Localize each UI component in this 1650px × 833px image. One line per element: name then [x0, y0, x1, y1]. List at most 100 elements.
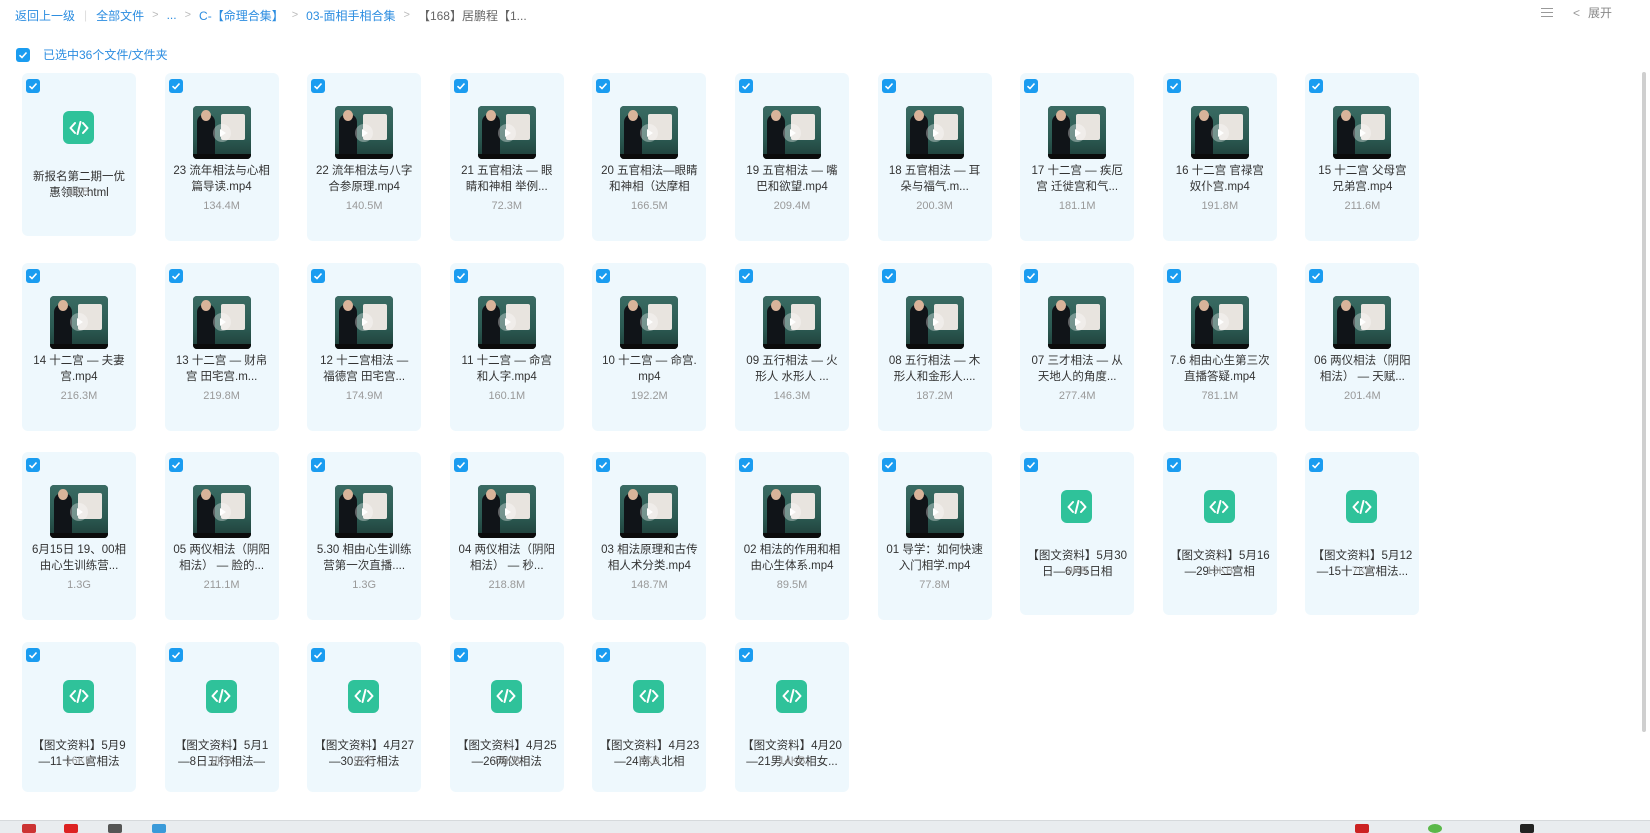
file-card[interactable]: 04 两仪相法（阴阳相法） — 秒... 218.8M	[449, 452, 564, 620]
file-card[interactable]: 12 十二宫相法 — 福德宫 田宅宫... 174.9M	[307, 262, 422, 431]
list-view-icon[interactable]	[1540, 7, 1555, 19]
file-card[interactable]: 5.30 相由心生训练营第一次直播.... 1.3G	[307, 452, 422, 620]
file-card[interactable]: 13 十二宫 — 财帛宫 田宅宫.m... 219.8M	[164, 262, 279, 431]
file-checkbox[interactable]	[739, 458, 753, 472]
file-checkbox[interactable]	[1309, 268, 1324, 283]
tray-icon[interactable]	[1520, 824, 1534, 833]
play-icon	[1210, 123, 1229, 142]
file-card[interactable]: 11 十二宫 — 命宫和人字.mp4 160.1M	[449, 262, 564, 431]
taskbar-app-icon[interactable]	[152, 824, 166, 833]
breadcrumb-ellipsis[interactable]: ...	[167, 8, 177, 22]
file-card[interactable]: 14 十二宫 — 夫妻宫.mp4 216.3M	[22, 262, 136, 431]
taskbar-app-icon[interactable]	[64, 824, 78, 833]
file-checkbox[interactable]	[1309, 79, 1324, 93]
file-checkbox[interactable]	[453, 458, 468, 472]
file-card[interactable]: 【图文资料】5月16—29十二宫相 13KB	[1162, 452, 1277, 615]
expand-label: 展开	[1587, 6, 1612, 20]
file-card[interactable]: 【图文资料】5月30日—6月5日相 9KB	[1020, 452, 1135, 615]
file-card[interactable]: 17 十二宫 — 疾厄宫 迁徙宫和气... 181.1M	[1020, 73, 1135, 241]
file-card[interactable]: 15 十二宫 父母宫 兄弟宫.mp4 211.6M	[1305, 73, 1420, 241]
file-card[interactable]: 05 两仪相法（阴阳相法） — 脸的... 211.1M	[164, 452, 279, 620]
file-checkbox[interactable]	[596, 268, 611, 283]
file-card[interactable]: 03 相法原理和古传相人术分类.mp4 148.7M	[592, 452, 707, 620]
file-card[interactable]: 06 两仪相法（阴阳相法） — 天赋... 201.4M	[1305, 262, 1420, 431]
file-size: 13KB	[493, 754, 521, 767]
code-icon	[639, 689, 659, 703]
file-checkbox[interactable]	[596, 79, 611, 93]
file-checkbox[interactable]	[1166, 458, 1181, 472]
file-checkbox[interactable]	[311, 79, 326, 93]
file-checkbox[interactable]	[739, 647, 753, 662]
file-checkbox[interactable]	[168, 79, 183, 93]
file-card[interactable]: 【图文资料】4月27—30五行相法 9KB	[307, 641, 422, 792]
file-card[interactable]: 02 相法的作用和相由心生体系.mp4 89.5M	[735, 452, 849, 620]
file-card[interactable]: 07 三才相法 — 从天地人的角度... 277.4M	[1020, 262, 1135, 431]
file-card[interactable]: 18 五官相法 — 耳朵与福气.m... 200.3M	[877, 73, 992, 241]
check-icon	[28, 272, 38, 280]
tray-icon[interactable]	[1428, 824, 1442, 833]
file-checkbox[interactable]	[1309, 458, 1324, 472]
scrollbar[interactable]	[1642, 72, 1646, 732]
file-checkbox[interactable]	[1166, 79, 1181, 93]
select-all-checkbox[interactable]	[16, 47, 30, 62]
file-card[interactable]: 09 五行相法 — 火形人 水形人 ... 146.3M	[735, 262, 849, 431]
file-name: 18 五官相法 — 耳朵与福气.m...	[888, 165, 981, 193]
taskbar-app-icon[interactable]	[108, 824, 122, 833]
file-card[interactable]: 新报名第二期一优惠领取.html 1KB	[22, 73, 136, 236]
file-checkbox[interactable]	[1166, 268, 1181, 283]
file-checkbox[interactable]	[26, 79, 40, 93]
breadcrumb-folder-1[interactable]: C-【命理合集】	[199, 7, 284, 24]
file-card[interactable]: 16 十二宫 官禄宫 奴仆宫.mp4 191.8M	[1162, 73, 1277, 241]
file-checkbox[interactable]	[168, 647, 183, 662]
file-checkbox[interactable]	[311, 458, 326, 472]
file-checkbox[interactable]	[1024, 458, 1039, 472]
file-checkbox[interactable]	[26, 647, 40, 662]
tray-icon[interactable]	[1355, 824, 1369, 833]
back-link[interactable]: 返回上一级	[15, 7, 75, 24]
file-checkbox[interactable]	[596, 458, 611, 472]
file-checkbox[interactable]	[1024, 268, 1039, 283]
file-card[interactable]: 23 流年相法与心相篇导读.mp4 134.4M	[164, 73, 279, 241]
file-card[interactable]: 19 五官相法 — 嘴巴和欲望.mp4 209.4M	[735, 73, 849, 241]
file-card[interactable]: 6月15日 19、00相由心生训练营... 1.3G	[22, 452, 136, 620]
file-checkbox[interactable]	[168, 268, 183, 283]
file-checkbox[interactable]	[881, 458, 896, 472]
file-checkbox[interactable]	[26, 268, 40, 283]
file-checkbox[interactable]	[453, 647, 468, 662]
file-card[interactable]: 【图文资料】5月1—8日五行相法— 9KB	[164, 641, 279, 792]
file-size: 160.1M	[488, 389, 526, 402]
file-checkbox[interactable]	[453, 268, 468, 283]
file-checkbox[interactable]	[1024, 79, 1039, 93]
file-name: 12 十二宫相法 — 福德宫 田宅宫...	[320, 354, 409, 383]
file-card[interactable]: 21 五官相法 — 眼睛和神相 举例... 72.3M	[449, 73, 564, 241]
file-card[interactable]: 7.6 相由心生第三次直播答疑.mp4 781.1M	[1162, 262, 1277, 431]
file-checkbox[interactable]	[168, 458, 183, 472]
file-checkbox[interactable]	[739, 268, 753, 283]
check-icon	[171, 272, 180, 280]
file-size: 219.8M	[203, 389, 240, 402]
file-checkbox[interactable]	[881, 268, 896, 283]
expand-button[interactable]: < 展开	[1573, 4, 1612, 21]
file-card[interactable]: 【图文资料】4月23—24南人北相 5KB	[592, 641, 707, 792]
breadcrumb-folder-2[interactable]: 03-面相手相合集	[306, 7, 395, 24]
taskbar-app-icon[interactable]	[22, 824, 36, 833]
file-card[interactable]: 【图文资料】5月12—15十二宫相法... 7KB	[1305, 452, 1420, 615]
file-card[interactable]: 01 导学：如何快速入门相学.mp4 77.8M	[877, 452, 992, 620]
file-card[interactable]: 22 流年相法与八字合参原理.mp4 140.5M	[307, 73, 422, 241]
file-checkbox[interactable]	[453, 79, 468, 93]
file-checkbox[interactable]	[26, 458, 40, 472]
breadcrumb-all-files[interactable]: 全部文件	[96, 7, 144, 24]
file-card[interactable]: 【图文资料】4月25—26两仪相法 13KB	[449, 641, 564, 792]
file-card[interactable]: 08 五行相法 — 木形人和金形人.... 187.2M	[877, 262, 992, 431]
file-card[interactable]: 【图文资料】5月9—11十二宫相法 16KB	[22, 641, 136, 792]
file-checkbox[interactable]	[596, 647, 611, 662]
file-checkbox[interactable]	[311, 268, 326, 283]
file-name: 01 导学：如何快速入门相学.mp4	[886, 544, 983, 572]
file-card[interactable]: 20 五官相法—眼睛和神相（达摩相 166.5M	[592, 73, 707, 241]
file-checkbox[interactable]	[881, 79, 896, 93]
file-checkbox[interactable]	[311, 647, 326, 662]
check-icon	[314, 272, 323, 280]
file-card[interactable]: 【图文资料】4月20—21男人女相女... 14KB	[735, 641, 849, 792]
file-card[interactable]: 10 十二宫 — 命宫.mp4 192.2M	[592, 262, 707, 431]
file-checkbox[interactable]	[739, 79, 753, 93]
